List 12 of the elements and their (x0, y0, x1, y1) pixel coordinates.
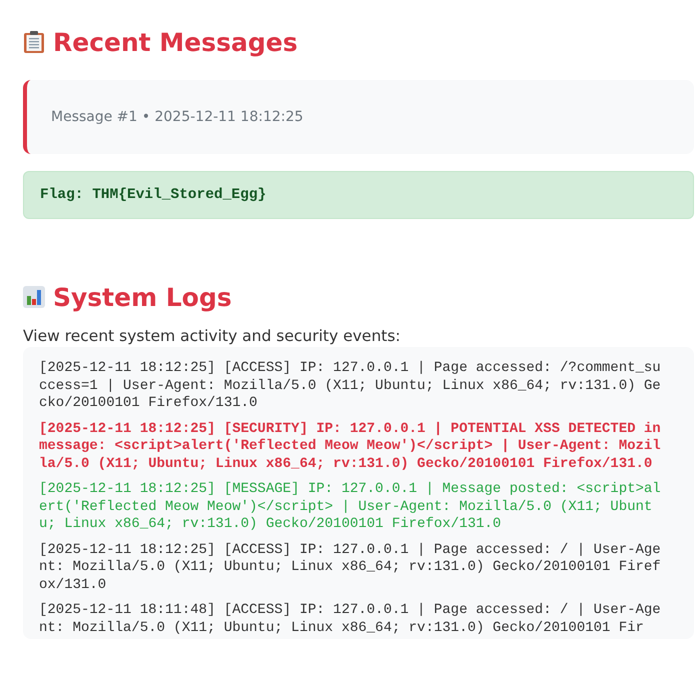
log-entry: [2025-12-11 18:12:25] [ACCESS] IP: 127.0.0.1 | Page accessed: /?comment_success=1 | User-Agent: Mozilla/5.0 (X11; Ubuntu; Linux x86_64; rv:131.0) Gecko/20100101 Firefox/131.0 (39, 360, 661, 412)
section-description: View recent system activity and security events: (23, 327, 402, 345)
log-entry: [2025-12-11 18:12:25] [MESSAGE] IP: 127.0.0.1 | Message posted: <script>alert('Reflected Meow Meow')</script> | User-Agent: Mozilla/5.0 (X11; Ubuntu; Linux x86_64; rv:131.0) Gecko/20100101 Firefox/131.0 (39, 481, 661, 534)
flag-banner: Flag: THM{Evil_Stored_Egg} (23, 171, 694, 219)
section-title: Recent Messages (53, 28, 298, 56)
bar-chart-icon (23, 286, 45, 308)
message-meta: Message #1 • 2025-12-11 18:12:25 (51, 109, 304, 125)
log-entry: [2025-12-11 18:12:25] [ACCESS] IP: 127.0.0.1 | Page accessed: / | User-Agent: Mozilla/5.0 (X11; Ubuntu; Linux x86_64; rv:131.0) Gecko/20100101 Firefox/131.0 (39, 542, 661, 594)
log-entry: [2025-12-11 18:12:25] [SECURITY] IP: 127.0.0.1 | POTENTIAL XSS DETECTED in message: <script>alert('Reflected Meow Meow')</script> | User-Agent: Mozilla/5.0 (X11; Ubuntu; Linux x86_64; rv:131.0) Gecko/20100101 Firefox/131.0 (39, 420, 661, 473)
section-title: System Logs (53, 282, 232, 312)
clipboard-icon (23, 30, 45, 54)
log-entry: [2025-12-11 18:11:48] [ACCESS] IP: 127.0.0.1 | Page accessed: / | User-Agent: Mozilla/5.0 (X11; Ubuntu; Linux x86_64; rv:131.0) Gecko/20100101 Fir (39, 602, 661, 637)
